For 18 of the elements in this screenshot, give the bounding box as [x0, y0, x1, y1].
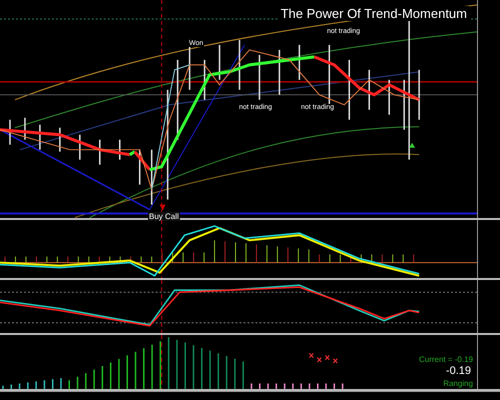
cross-icon — [308, 353, 314, 358]
trend-state-label: Ranging — [443, 379, 473, 388]
cursor-line — [161, 280, 162, 334]
chart-title: The Power Of Trend-Momentum — [278, 6, 469, 21]
cross-icon — [332, 358, 338, 364]
histogram-bar — [258, 384, 261, 390]
histogram-bar — [316, 384, 319, 390]
cross-icon — [316, 357, 322, 363]
cursor-line — [161, 220, 162, 278]
down-arrow-icon — [160, 204, 166, 211]
signal-label: Buy Call — [148, 212, 180, 221]
cross-icon — [324, 355, 330, 361]
current-value-label: Current = -0.19 — [418, 355, 473, 364]
histogram-bar — [126, 356, 128, 390]
trend-value: -0.19 — [446, 365, 471, 378]
up-arrow-icon — [409, 142, 416, 148]
cursor-line — [161, 335, 162, 390]
histogram-bar — [68, 380, 70, 390]
